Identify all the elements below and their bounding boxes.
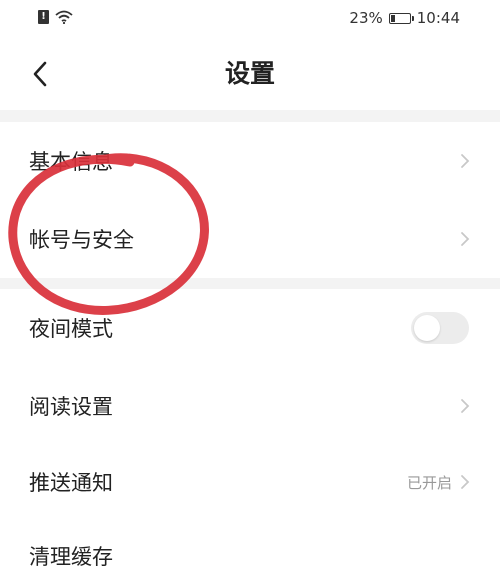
row-label: 夜间模式 <box>29 317 113 341</box>
sim-alert-icon: ! <box>38 10 49 24</box>
row-accessory <box>411 312 470 344</box>
row-accessory <box>460 231 470 247</box>
row-label: 基本信息 <box>29 150 113 174</box>
status-bar-right: 23% 10:44 <box>349 9 460 27</box>
clock: 10:44 <box>416 9 460 27</box>
toggle-knob <box>414 315 440 341</box>
settings-row-night-mode[interactable]: 夜间模式 <box>0 290 500 366</box>
night-mode-toggle[interactable] <box>411 312 469 344</box>
chevron-right-icon <box>461 232 470 246</box>
row-label: 推送通知 <box>29 471 113 495</box>
section-divider <box>0 278 500 289</box>
row-label: 清理缓存 <box>29 545 113 569</box>
battery-percent: 23% <box>349 9 383 27</box>
settings-screen: ! 23% 10:44 设置 基本信息 帐号与安全 夜间模式 阅读设置 推送通知… <box>0 0 500 588</box>
settings-row-clear-cache[interactable]: 清理缓存 <box>0 518 500 588</box>
settings-row-push-notifications[interactable]: 推送通知 已开启 <box>0 444 500 520</box>
row-label: 阅读设置 <box>29 395 113 419</box>
row-accessory <box>460 153 470 169</box>
navigation-bar: 设置 <box>0 38 500 108</box>
settings-row-account-security[interactable]: 帐号与安全 <box>0 201 500 277</box>
chevron-right-icon <box>461 399 470 413</box>
section-divider <box>0 110 500 122</box>
page-title: 设置 <box>224 59 275 88</box>
row-accessory: 已开启 <box>407 472 470 493</box>
status-bar-left: ! <box>38 10 73 24</box>
wifi-icon <box>55 10 73 24</box>
status-bar: ! 23% 10:44 <box>0 0 500 38</box>
battery-icon <box>388 12 414 24</box>
chevron-right-icon <box>461 475 470 489</box>
battery-fill <box>390 14 395 22</box>
row-accessory <box>460 398 470 414</box>
settings-row-reading-settings[interactable]: 阅读设置 <box>0 368 500 444</box>
status-text: 已开启 <box>406 473 452 492</box>
settings-row-basic-info[interactable]: 基本信息 <box>0 123 500 199</box>
row-label: 帐号与安全 <box>29 228 134 252</box>
chevron-right-icon <box>461 154 470 168</box>
